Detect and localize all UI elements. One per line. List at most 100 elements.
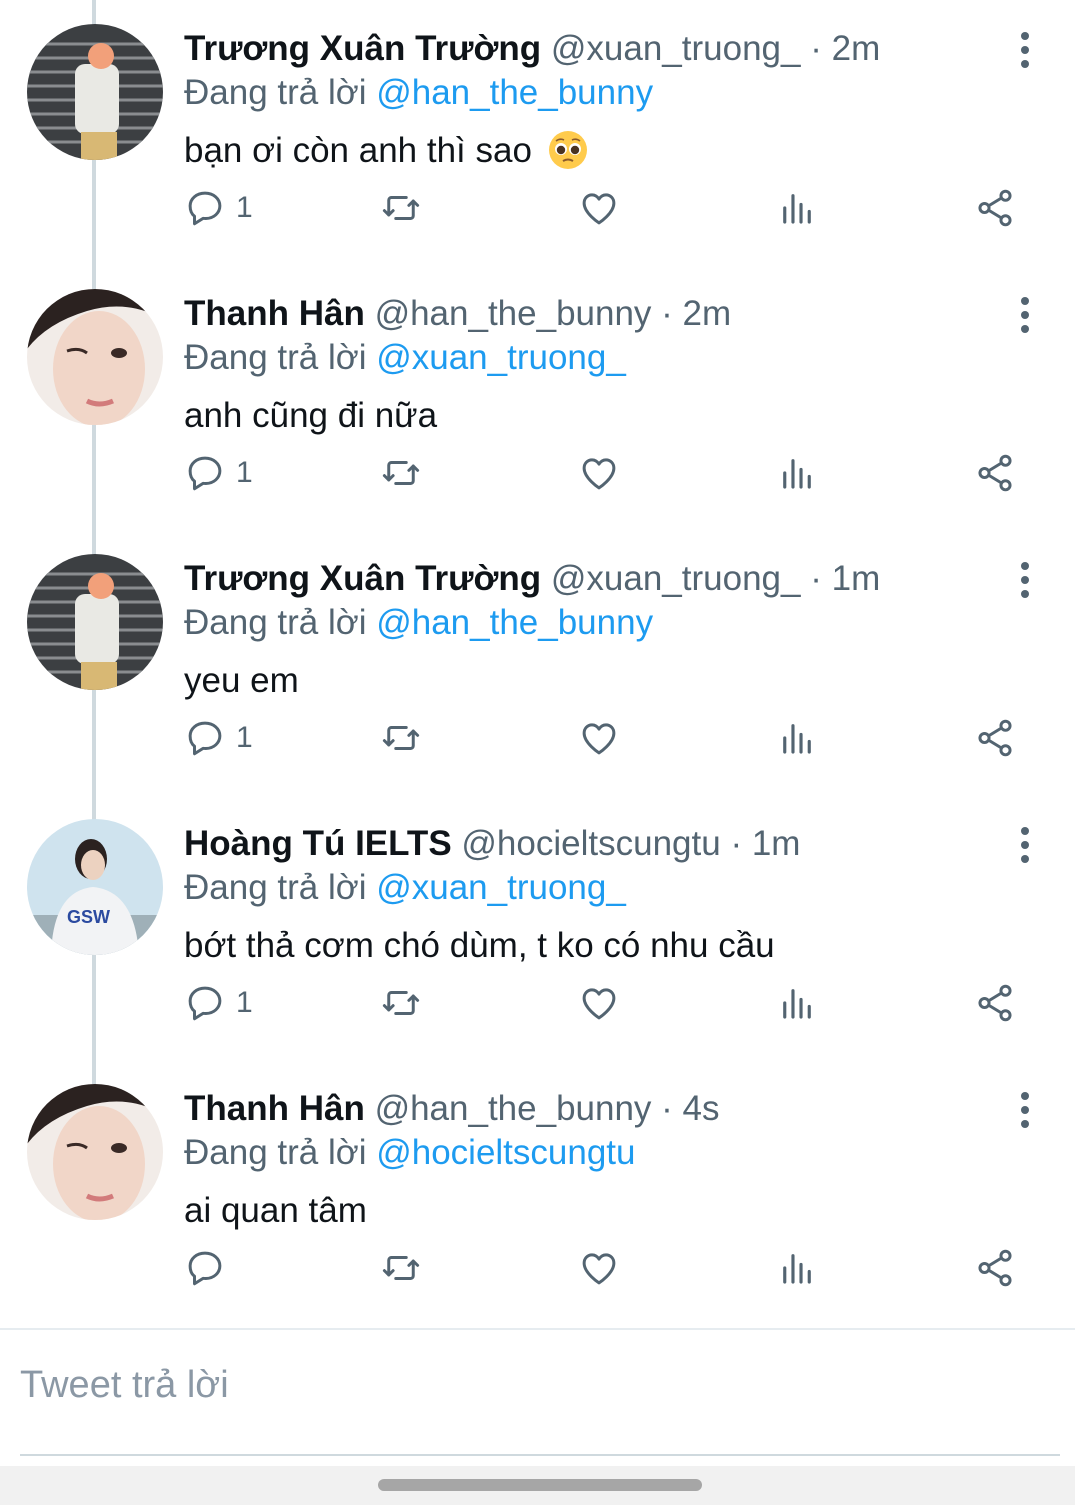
analytics-icon (783, 989, 811, 1019)
heart-icon (582, 723, 616, 755)
analytics-button[interactable] (776, 443, 818, 503)
like-button[interactable] (578, 708, 620, 768)
analytics-button[interactable] (776, 973, 818, 1033)
replying-to: Đang trả lời @han_the_bunny (184, 600, 653, 646)
reply-button[interactable]: 1 (184, 443, 253, 503)
replying-to-label: Đang trả lời (184, 868, 367, 907)
author-name[interactable]: Thanh Hân (184, 1089, 365, 1128)
tweet-time: · 2m (661, 294, 732, 333)
retweet-icon (382, 1256, 420, 1280)
analytics-icon (783, 1254, 811, 1284)
share-button[interactable] (974, 443, 1016, 503)
replying-to-label: Đang trả lời (184, 1133, 367, 1172)
reply-icon (188, 721, 222, 756)
share-button[interactable] (974, 1238, 1016, 1298)
author-handle[interactable]: @xuan_truong_ (551, 559, 801, 598)
share-button[interactable] (974, 708, 1016, 768)
analytics-button[interactable] (776, 178, 818, 238)
reply-icon (188, 986, 222, 1021)
analytics-button[interactable] (776, 1238, 818, 1298)
share-icon (978, 719, 1012, 757)
share-button[interactable] (974, 973, 1016, 1033)
retweet-button[interactable] (380, 1238, 422, 1298)
reply-count: 1 (236, 986, 253, 1019)
more-vertical-icon[interactable] (1007, 30, 1043, 70)
composer-underline (20, 1454, 1060, 1456)
tweet-header: Trương Xuân Trường @xuan_truong_ · 1m (184, 556, 880, 602)
reply-button[interactable]: 1 (184, 178, 253, 238)
composer-divider (0, 1328, 1075, 1330)
tweet-actions: 1 (184, 973, 1044, 1033)
pleading-face-emoji (548, 131, 587, 169)
replying-to-mention[interactable]: @xuan_truong_ (376, 868, 626, 907)
reply-icon (188, 191, 222, 226)
heart-icon (582, 193, 616, 225)
replying-to-mention[interactable]: @xuan_truong_ (376, 338, 626, 377)
like-button[interactable] (578, 1238, 620, 1298)
author-handle[interactable]: @han_the_bunny (375, 1089, 652, 1128)
share-icon (978, 984, 1012, 1022)
tweet[interactable]: GSW Hoàng Tú IELTS @hocieltscungtu · 1m … (0, 795, 1075, 1060)
tweet[interactable]: Trương Xuân Trường @xuan_truong_ · 2m Đa… (0, 0, 1075, 265)
tweet-header: Thanh Hân @han_the_bunny · 2m (184, 291, 731, 337)
retweet-icon (382, 726, 420, 750)
tweet[interactable]: Thanh Hân @han_the_bunny · 4s Đang trả l… (0, 1060, 1075, 1325)
replying-to: Đang trả lời @hocieltscungtu (184, 1130, 636, 1176)
replying-to: Đang trả lời @xuan_truong_ (184, 335, 626, 381)
author-handle[interactable]: @hocieltscungtu (461, 824, 720, 863)
reply-button[interactable]: 1 (184, 708, 253, 768)
author-name[interactable]: Thanh Hân (184, 294, 365, 333)
author-name[interactable]: Hoàng Tú IELTS (184, 824, 452, 863)
author-name[interactable]: Trương Xuân Trường (184, 559, 541, 598)
more-vertical-icon[interactable] (1007, 560, 1043, 600)
reply-count: 1 (236, 721, 253, 754)
retweet-button[interactable] (380, 443, 422, 503)
analytics-icon (783, 724, 811, 754)
reply-icon (188, 456, 222, 491)
replying-to-mention[interactable]: @han_the_bunny (376, 603, 653, 642)
avatar[interactable]: GSW (27, 819, 163, 955)
reply-button[interactable] (184, 1238, 236, 1298)
like-button[interactable] (578, 178, 620, 238)
tweet-text: anh cũng đi nữa (184, 396, 438, 435)
share-button[interactable] (974, 178, 1016, 238)
tweet[interactable]: Trương Xuân Trường @xuan_truong_ · 1m Đa… (0, 530, 1075, 795)
avatar[interactable] (27, 554, 163, 690)
avatar[interactable] (27, 24, 163, 160)
author-handle[interactable]: @han_the_bunny (375, 294, 652, 333)
more-vertical-icon[interactable] (1007, 825, 1043, 865)
reply-composer-input[interactable]: Tweet trả lời (20, 1364, 1060, 1407)
replying-to-label: Đang trả lời (184, 338, 367, 377)
author-handle[interactable]: @xuan_truong_ (551, 29, 801, 68)
retweet-button[interactable] (380, 178, 422, 238)
tweet-time: · 1m (730, 824, 801, 863)
more-vertical-icon[interactable] (1007, 295, 1043, 335)
replying-to: Đang trả lời @xuan_truong_ (184, 865, 626, 911)
tweet-header: Hoàng Tú IELTS @hocieltscungtu · 1m (184, 821, 800, 867)
tweet-time: · 2m (810, 29, 881, 68)
replying-to-mention[interactable]: @hocieltscungtu (376, 1133, 635, 1172)
retweet-icon (382, 461, 420, 485)
heart-icon (582, 1253, 616, 1285)
tweet-text-content: bạn ơi còn anh thì sao (184, 131, 532, 170)
analytics-button[interactable] (776, 708, 818, 768)
more-vertical-icon[interactable] (1007, 1090, 1043, 1130)
analytics-icon (783, 459, 811, 489)
like-button[interactable] (578, 443, 620, 503)
share-icon (978, 189, 1012, 227)
replying-to-mention[interactable]: @han_the_bunny (376, 73, 653, 112)
home-indicator[interactable] (378, 1479, 702, 1491)
avatar[interactable] (27, 1084, 163, 1220)
reply-button[interactable]: 1 (184, 973, 253, 1033)
retweet-button[interactable] (380, 973, 422, 1033)
author-name[interactable]: Trương Xuân Trường (184, 29, 541, 68)
reply-count: 1 (236, 191, 253, 224)
like-button[interactable] (578, 973, 620, 1033)
analytics-icon (783, 194, 811, 224)
retweet-button[interactable] (380, 708, 422, 768)
heart-icon (582, 458, 616, 490)
tweet-header: Trương Xuân Trường @xuan_truong_ · 2m (184, 26, 880, 72)
avatar[interactable] (27, 289, 163, 425)
tweet[interactable]: Thanh Hân @han_the_bunny · 2m Đang trả l… (0, 265, 1075, 530)
tweet-actions (184, 1238, 1044, 1298)
